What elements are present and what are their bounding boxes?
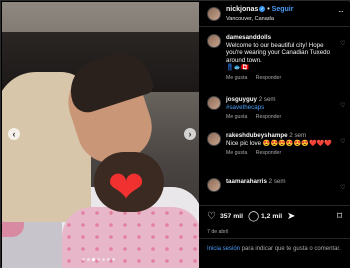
- comments-list[interactable]: damesanddolls Welcome to our beautiful c…: [199, 28, 350, 204]
- commenter-avatar[interactable]: [207, 132, 221, 146]
- comment-like-button[interactable]: Me gusta: [226, 75, 247, 81]
- heart-icon[interactable]: ♡: [207, 212, 216, 222]
- author-username[interactable]: nickjonas: [226, 6, 258, 13]
- carousel-dot: [87, 258, 90, 261]
- heart-emoji-icon: ❤: [107, 163, 145, 212]
- carousel-dot: [102, 258, 105, 261]
- carousel-dot: [92, 258, 95, 261]
- carousel-prev-button[interactable]: ‹: [8, 128, 20, 140]
- carousel-dot: [82, 258, 85, 261]
- commenter-username[interactable]: damesanddolls: [226, 34, 271, 41]
- comment-time: 2 sem: [268, 178, 286, 185]
- carousel-dot: [97, 258, 100, 261]
- author-line: nickjonas ✓ • Seguir: [226, 6, 293, 13]
- comment-reply-button[interactable]: Responder: [256, 75, 281, 81]
- likes-count[interactable]: 357 mil: [220, 213, 243, 220]
- post-location[interactable]: Vancouver, Canada: [226, 16, 274, 22]
- chevron-left-icon: ‹: [12, 129, 16, 139]
- comment-text: Welcome to our beautiful city! Hope you'…: [226, 41, 331, 64]
- post-header: nickjonas ✓ • Seguir Vancouver, Canada ··…: [199, 2, 350, 27]
- heart-icon[interactable]: ♡: [340, 138, 345, 145]
- more-icon[interactable]: ···: [338, 7, 344, 16]
- comment-like-button[interactable]: Me gusta: [226, 150, 247, 156]
- instagram-post-modal: ❤ ‹ › nickjonas ✓ • Seguir Vancouver, Can…: [0, 0, 350, 268]
- comment-reply-button[interactable]: Responder: [256, 150, 281, 156]
- post-side-panel: nickjonas ✓ • Seguir Vancouver, Canada ··…: [199, 2, 350, 268]
- comment-meta: Me gusta Responder: [226, 114, 338, 122]
- login-link[interactable]: Inicia sesión: [207, 246, 240, 252]
- carousel-dot: [112, 258, 115, 261]
- bookmark-icon[interactable]: ⌑: [337, 212, 342, 222]
- commenter-avatar[interactable]: [207, 178, 221, 192]
- comment-reply-button[interactable]: Responder: [256, 114, 281, 120]
- verified-icon: ✓: [259, 6, 266, 13]
- commenter-username[interactable]: josguyguy: [226, 96, 257, 103]
- follow-button[interactable]: Seguir: [272, 6, 294, 13]
- heart-icon[interactable]: ♡: [340, 40, 345, 47]
- comment-text: Nice pic love 😍😍😍😍😍😍❤️❤️❤️: [226, 139, 333, 147]
- chevron-right-icon: ›: [188, 129, 192, 139]
- post-actions-bar: ♡ 357 mil ◯ 1,2 mil ➤ ⌑ 7 de abril: [199, 205, 350, 235]
- commenter-username[interactable]: rakeshdubeyshampe: [226, 132, 288, 139]
- carousel-next-button[interactable]: ›: [184, 128, 196, 140]
- comment-icon[interactable]: ◯: [248, 212, 259, 222]
- heart-icon[interactable]: ♡: [340, 184, 345, 191]
- comment-time: 2 sem: [289, 132, 307, 139]
- comment-hashtag[interactable]: #savethecaps: [226, 104, 338, 112]
- comment-time: 2 sem: [258, 96, 276, 103]
- login-prompt-text: para indicar que te gusta o comentar.: [240, 246, 341, 252]
- post-photo[interactable]: ❤ ‹ ›: [2, 2, 199, 268]
- commenter-avatar[interactable]: [207, 34, 221, 48]
- carousel-indicator: [82, 258, 115, 261]
- comment-emoji: 👖🐟🇨🇦: [226, 64, 250, 72]
- carousel-dot: [107, 258, 110, 261]
- comment-meta: Me gusta Responder: [226, 75, 338, 83]
- heart-icon[interactable]: ♡: [340, 102, 345, 109]
- post-date: 7 de abril: [207, 229, 229, 235]
- comment-meta: Me gusta Responder: [226, 150, 338, 158]
- comments-count: 1,2 mil: [261, 213, 283, 220]
- share-icon[interactable]: ➤: [287, 212, 295, 222]
- comment-like-button[interactable]: Me gusta: [226, 114, 247, 120]
- commenter-username[interactable]: taamaraharris: [226, 178, 267, 185]
- commenter-avatar[interactable]: [207, 96, 221, 110]
- login-prompt: Inicia sesión para indicar que te gusta …: [199, 238, 350, 268]
- author-avatar[interactable]: [207, 7, 221, 21]
